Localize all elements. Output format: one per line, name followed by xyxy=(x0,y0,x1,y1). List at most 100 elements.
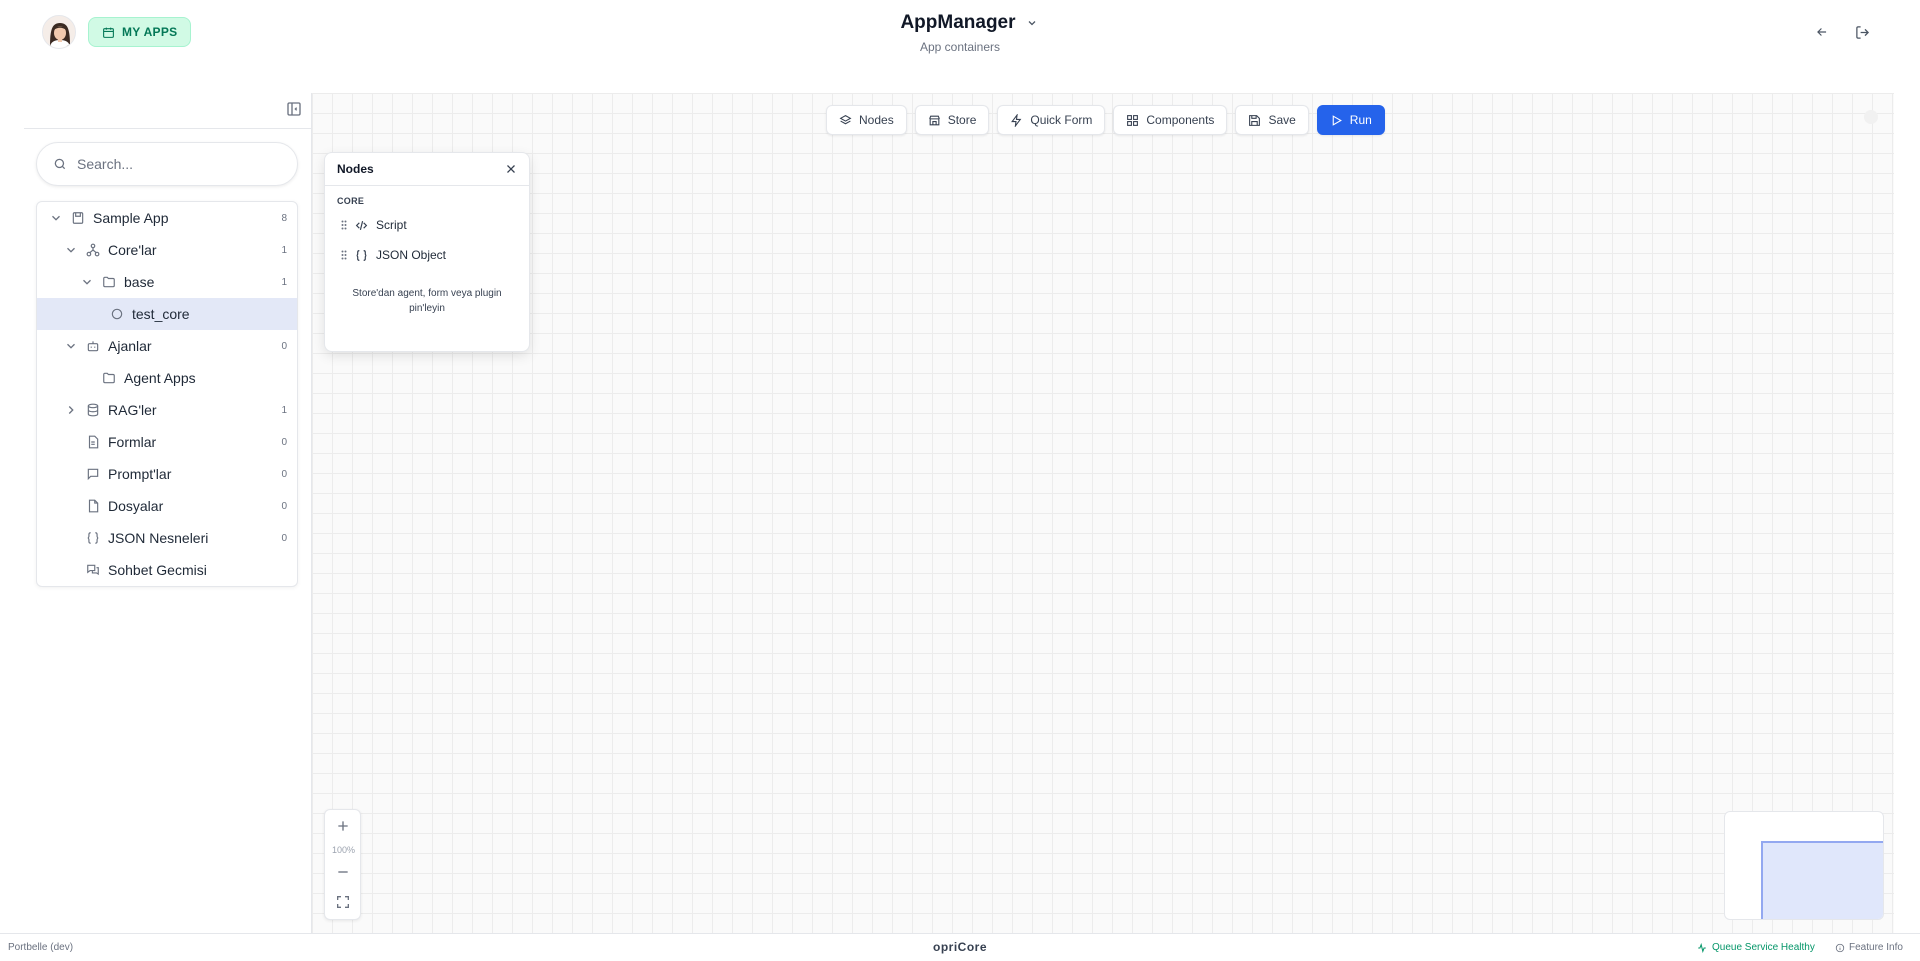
braces-icon xyxy=(356,249,367,261)
save-icon xyxy=(1249,114,1261,126)
logout-icon xyxy=(1855,25,1869,39)
chat-icon xyxy=(87,564,99,576)
tree-item-corelar[interactable]: Core'lar 1 xyxy=(37,234,297,266)
chevron-right-icon[interactable] xyxy=(64,403,78,417)
zoom-out-icon[interactable] xyxy=(335,864,351,880)
search-box[interactable] xyxy=(36,142,298,186)
tree-item-label: Dosyalar xyxy=(108,498,164,514)
queue-status: Queue Service Healthy xyxy=(1697,942,1815,953)
nodes-panel: Nodes CORE Script JSON Object Store'dan … xyxy=(324,152,530,352)
minimap[interactable] xyxy=(1724,811,1884,920)
tree-item-dosyalar[interactable]: Dosyalar 0 xyxy=(37,490,297,522)
canvas-indicator xyxy=(1864,110,1878,124)
components-button[interactable]: Components xyxy=(1113,105,1228,135)
save-button[interactable]: Save xyxy=(1235,105,1309,135)
app-switcher[interactable]: AppManager xyxy=(900,12,1037,34)
play-icon xyxy=(1332,114,1342,126)
nodes-panel-title: Nodes xyxy=(337,162,374,176)
feature-info-link[interactable]: Feature Info xyxy=(1835,942,1903,953)
nodes-panel-header: Nodes xyxy=(325,153,529,186)
tree-item-count: 0 xyxy=(281,436,287,448)
tree-item-base[interactable]: base 1 xyxy=(37,266,297,298)
tree-item-ragler[interactable]: RAG'ler 1 xyxy=(37,394,297,426)
quick-form-button[interactable]: Quick Form xyxy=(997,105,1106,135)
flow-canvas[interactable]: Nodes Store Quick Form Components Save R… xyxy=(312,93,1894,933)
tree-item-label: Sample App xyxy=(93,210,169,226)
nodes-section-label: CORE xyxy=(337,196,365,206)
zoom-in-icon[interactable] xyxy=(335,818,351,834)
back-button[interactable] xyxy=(1812,22,1832,42)
network-icon xyxy=(86,243,100,257)
title-block: AppManager App containers xyxy=(0,12,1920,54)
code-icon xyxy=(355,220,368,230)
tree-item-count: 1 xyxy=(281,404,287,416)
activity-icon xyxy=(1698,942,1706,953)
tree-item-sample-app[interactable]: Sample App 8 xyxy=(37,202,297,234)
bolt-icon xyxy=(1011,113,1022,127)
tree-item-count: 8 xyxy=(281,212,287,224)
chevron-down-icon[interactable] xyxy=(64,243,78,257)
node-item-script[interactable]: Script xyxy=(325,210,529,240)
node-item-label: Script xyxy=(376,218,407,232)
logout-button[interactable] xyxy=(1852,22,1872,42)
minimap-viewport[interactable] xyxy=(1761,841,1883,919)
footer: Portbelle (dev) opriCore Queue Service H… xyxy=(0,934,1920,961)
close-icon[interactable] xyxy=(505,163,517,175)
nodes-button-label: Nodes xyxy=(859,113,894,127)
tree-item-count: 0 xyxy=(281,340,287,352)
tree-item-label: Prompt'lar xyxy=(108,466,172,482)
arrow-left-icon xyxy=(1817,28,1827,36)
tree-item-count: 0 xyxy=(281,468,287,480)
page-title: AppManager xyxy=(900,12,1016,33)
tree-item-agent-apps[interactable]: Agent Apps xyxy=(37,362,297,394)
tree-item-label: Agent Apps xyxy=(124,370,196,386)
app-header: MY APPS AppManager App containers xyxy=(0,0,1920,70)
drag-handle-icon[interactable] xyxy=(341,220,347,230)
tree-item-count: 1 xyxy=(281,276,287,288)
feature-info-label: Feature Info xyxy=(1849,942,1903,953)
nodes-panel-hint: Store'dan agent, form veya plugin pin'le… xyxy=(352,288,502,314)
search-icon xyxy=(54,158,66,170)
fit-view-icon[interactable] xyxy=(335,894,351,910)
run-button-label: Run xyxy=(1349,113,1372,127)
sidebar: Sample App 8 Core'lar 1 base 1 test_core… xyxy=(24,93,311,933)
file-icon xyxy=(88,499,99,513)
quick-form-button-label: Quick Form xyxy=(1030,113,1093,127)
layers-icon xyxy=(839,114,852,124)
node-item-label: JSON Object xyxy=(376,248,447,262)
chevron-down-icon[interactable] xyxy=(1026,17,1038,29)
tree-item-formlar[interactable]: Formlar 0 xyxy=(37,426,297,458)
folder-icon xyxy=(103,276,115,288)
store-button[interactable]: Store xyxy=(914,105,990,135)
tree-item-json-nesneleri[interactable]: JSON Nesneleri 0 xyxy=(37,522,297,554)
tree-item-label: Ajanlar xyxy=(108,338,152,354)
folder-icon xyxy=(103,372,115,384)
page-subtitle: App containers xyxy=(919,40,1001,54)
tree-item-promptlar[interactable]: Prompt'lar 0 xyxy=(37,458,297,490)
chevron-down-icon[interactable] xyxy=(64,339,78,353)
form-icon xyxy=(88,435,99,449)
chevron-down-icon[interactable] xyxy=(49,211,63,225)
components-button-label: Components xyxy=(1146,113,1215,127)
info-icon xyxy=(1835,943,1845,952)
tree-item-label: Core'lar xyxy=(108,242,157,258)
tree-item-test-core[interactable]: test_core xyxy=(37,298,297,330)
tree-item-label: RAG'ler xyxy=(108,402,157,418)
nodes-button[interactable]: Nodes xyxy=(826,105,907,135)
tree-item-sohbet-gecmisi[interactable]: Sohbet Gecmisi xyxy=(37,554,297,586)
app-icon xyxy=(72,212,84,224)
chevron-down-icon[interactable] xyxy=(80,275,94,289)
save-button-label: Save xyxy=(1268,113,1296,127)
tree-item-ajanlar[interactable]: Ajanlar 0 xyxy=(37,330,297,362)
app-tree: Sample App 8 Core'lar 1 base 1 test_core… xyxy=(36,201,298,587)
zoom-controls: 100% xyxy=(324,809,361,920)
search-input[interactable] xyxy=(77,156,277,172)
drag-handle-icon[interactable] xyxy=(341,250,347,260)
node-item-json-object[interactable]: JSON Object xyxy=(325,240,529,270)
braces-icon xyxy=(87,532,99,544)
run-button[interactable]: Run xyxy=(1316,105,1385,135)
tree-item-label: Formlar xyxy=(108,434,157,450)
bot-icon xyxy=(87,341,99,352)
canvas-toolbar: Nodes Store Quick Form Components Save R… xyxy=(826,105,1385,135)
sidebar-collapse-icon[interactable] xyxy=(286,101,302,117)
